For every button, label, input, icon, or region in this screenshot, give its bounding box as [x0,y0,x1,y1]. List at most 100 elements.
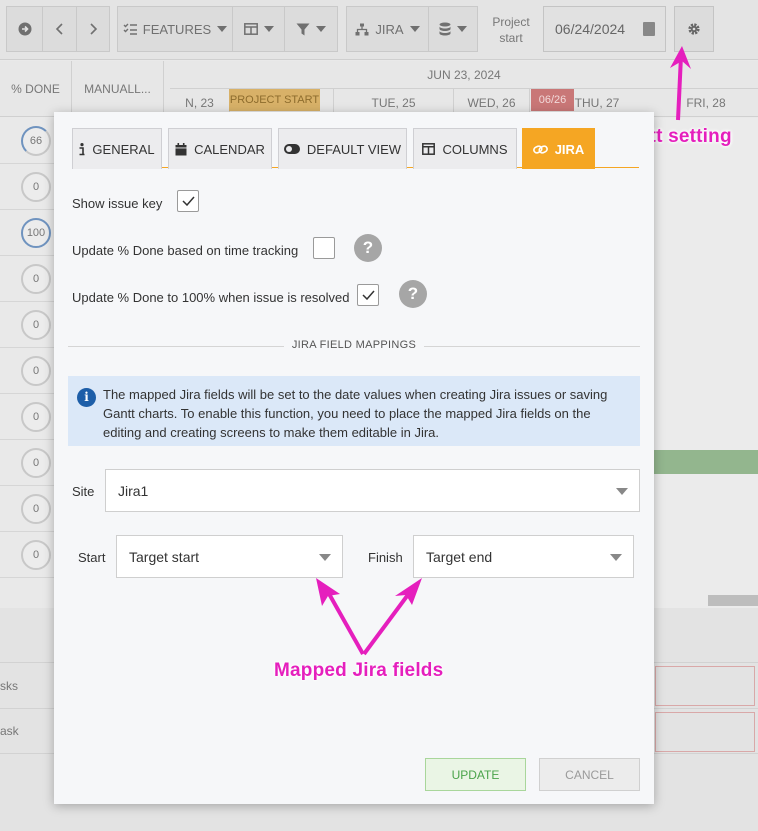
toggle-icon [283,144,300,154]
project-start-date: 06/24/2024 [555,21,626,37]
progress-circle: 0 [21,447,51,478]
calendar-icon [175,142,187,156]
progress-circle: 0 [21,539,51,570]
site-label: Site [72,484,95,499]
chevron-left-icon [55,23,63,35]
help-icon[interactable]: ? [399,280,427,308]
tab-columns[interactable]: COLUMNS [413,128,517,169]
tab-label: COLUMNS [442,141,508,157]
chevron-right-icon [90,23,98,35]
features-button[interactable]: FEATURES [118,7,233,51]
go-button[interactable] [7,7,43,51]
start-value: Target start [129,548,200,565]
tab-default-view[interactable]: DEFAULT VIEW [278,128,407,169]
finish-field-select[interactable]: Target end [413,535,634,578]
arrow-circle-icon [18,22,31,36]
allocation-box [655,712,755,752]
info-text: The mapped Jira fields will be set to th… [103,387,608,440]
time-tracking-checkbox[interactable] [313,237,335,259]
info-message: i The mapped Jira fields will be set to … [68,376,640,446]
info-icon [79,142,85,156]
tab-calendar[interactable]: CALENDAR [168,128,272,169]
settings-dialog: GENERAL CALENDAR DEFAULT VIEW COLUMNS JI… [54,112,654,804]
update-button[interactable]: UPDATE [425,758,526,791]
gantt-header: % DONE MANUALL... JUN 23, 2024 N, 23 TUE… [0,61,758,117]
columns-icon [422,143,436,155]
jira-button[interactable]: JIRA [347,7,429,51]
resolved-label: Update % Done to 100% when issue is reso… [72,290,350,305]
project-start-date-input[interactable]: 06/24/2024 [543,6,666,52]
resolved-checkbox[interactable] [357,284,379,306]
layout-button[interactable] [233,7,285,51]
jira-group: JIRA [346,6,478,52]
chevron-down-icon [263,26,274,32]
tab-general[interactable]: GENERAL [72,128,162,169]
columns-icon [243,23,258,35]
features-group: FEATURES [117,6,338,52]
help-icon[interactable]: ? [354,234,382,262]
chevron-down-icon [616,488,628,495]
show-issue-key-checkbox[interactable] [177,190,199,212]
progress-circle: 0 [21,355,51,386]
jira-label: JIRA [375,21,404,37]
filter-icon [296,23,310,35]
info-icon: i [77,388,96,407]
show-issue-key-label: Show issue key [72,196,163,211]
tab-jira[interactable]: JIRA [522,128,595,169]
next-button[interactable] [77,7,109,51]
row-label: sks [0,678,18,693]
chevron-down-icon [610,554,622,561]
link-icon [532,144,548,155]
progress-circle: 100 [21,217,51,248]
finish-label: Finish [368,550,403,565]
chevron-down-icon [316,26,326,32]
gear-icon [688,23,700,35]
annotation-mapped-fields: Mapped Jira fields [274,660,444,681]
progress-circle: 0 [21,309,51,340]
today-marker: 06/26 [531,89,574,111]
filter-button[interactable] [285,7,337,51]
nav-group [6,6,110,52]
annotation-arrow-icon [670,46,691,121]
settings-tabs: GENERAL CALENDAR DEFAULT VIEW COLUMNS JI… [72,128,639,169]
progress-circle: 0 [21,493,51,524]
time-tracking-label: Update % Done based on time tracking [72,243,299,258]
site-select[interactable]: Jira1 [105,469,640,512]
database-icon [439,22,451,36]
project-start-label: Project start [492,15,530,45]
toolbar: FEATURES JIRA Project start 06/24/2024 [0,0,758,60]
progress-circle: 0 [21,263,51,294]
project-start-marker: PROJECT START [229,89,320,111]
allocation-box [655,666,755,706]
progress-circle: 0 [21,171,51,202]
column-manual-header[interactable]: MANUALL... [72,61,164,117]
prev-button[interactable] [43,7,77,51]
chevron-down-icon [409,26,420,32]
row-label: ask [0,724,19,738]
chevron-down-icon [457,26,467,32]
chevron-down-icon [217,26,228,32]
calendar-icon [643,22,655,36]
start-label: Start [78,550,106,565]
progress-circle: 0 [21,401,51,432]
tab-label: DEFAULT VIEW [306,141,402,157]
cancel-button[interactable]: CANCEL [539,758,640,791]
list-check-icon [123,23,137,35]
annotation-arrows-icon [316,578,422,656]
chevron-down-icon [319,554,331,561]
progress-circle: 66 [21,125,51,156]
features-label: FEATURES [142,21,212,37]
site-value: Jira1 [118,482,149,499]
database-button[interactable] [429,7,477,51]
sitemap-icon [355,23,369,35]
task-bar[interactable] [654,450,758,474]
tab-label: CALENDAR [194,141,265,157]
checkmark-icon [361,290,375,300]
column-done-header[interactable]: % DONE [0,61,72,117]
checkmark-icon [181,196,195,206]
tab-label: JIRA [554,141,585,157]
section-title: JIRA FIELD MAPPINGS [284,339,424,351]
horizontal-scrollbar[interactable] [708,595,758,606]
tab-label: GENERAL [92,141,155,157]
finish-value: Target end [426,548,493,565]
